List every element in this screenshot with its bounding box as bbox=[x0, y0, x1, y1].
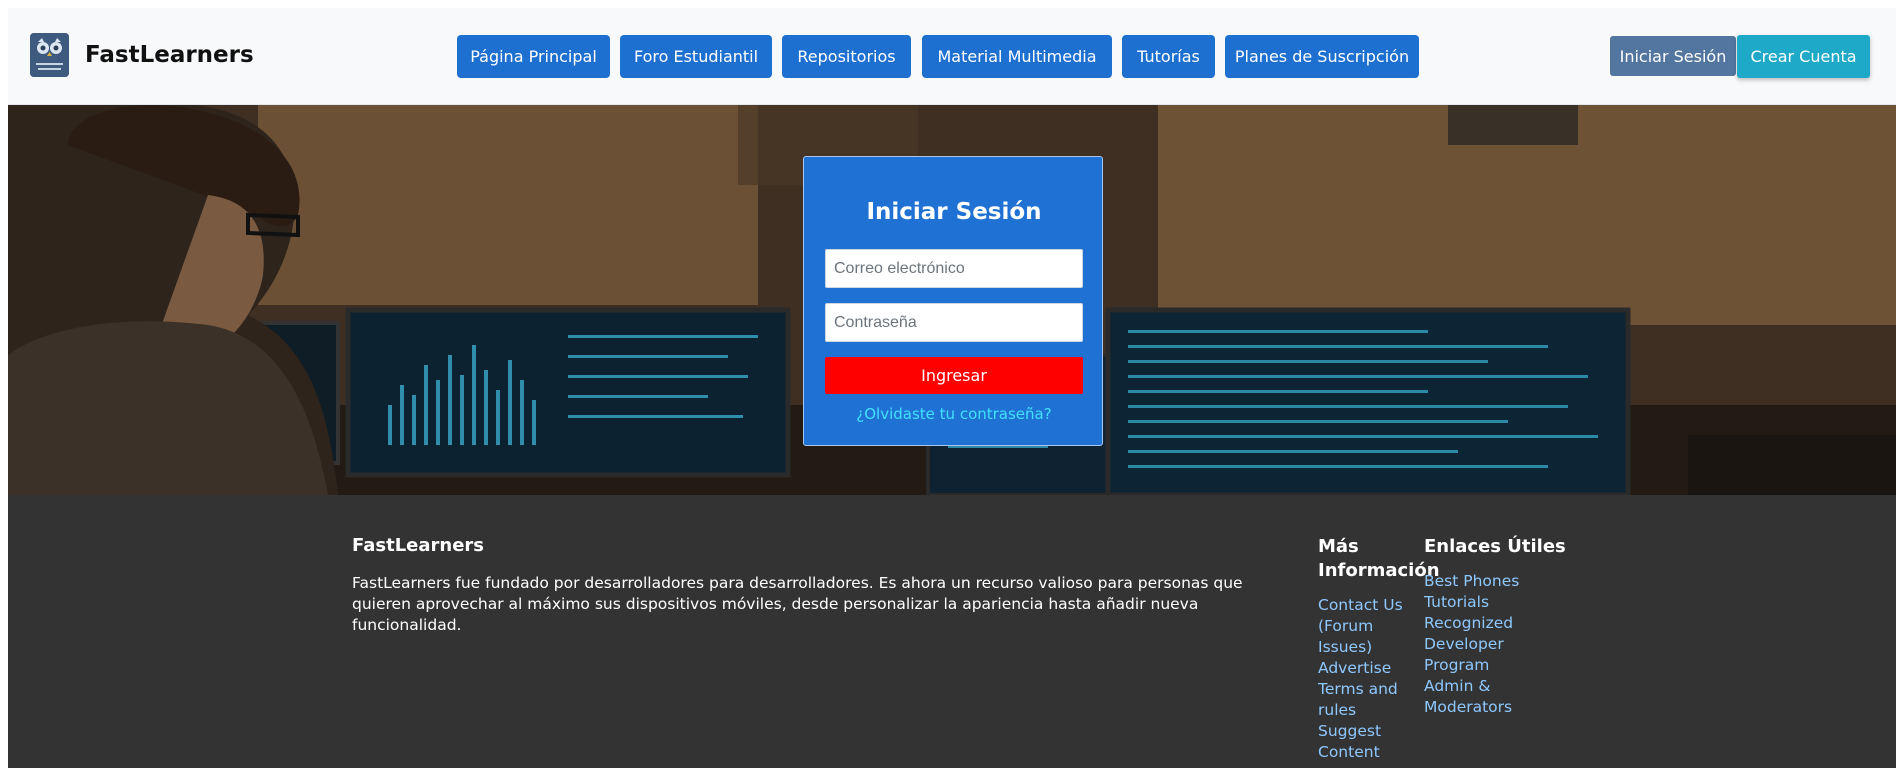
footer-more-info-title: Más Información bbox=[1318, 536, 1440, 581]
site-footer: FastLearners FastLearners fue fundado po… bbox=[8, 495, 1896, 768]
login-form: Iniciar Sesión Ingresar ¿Olvidaste tu co… bbox=[803, 156, 1103, 446]
brand-name[interactable]: FastLearners bbox=[85, 42, 254, 68]
forgot-password-link[interactable]: ¿Olvidaste tu contraseña? bbox=[804, 405, 1104, 423]
header-signup-button[interactable]: Crear Cuenta bbox=[1737, 35, 1870, 78]
nav-home-button[interactable]: Página Principal bbox=[457, 35, 610, 78]
nav-multimedia-button[interactable]: Material Multimedia bbox=[922, 35, 1112, 78]
page: FastLearners Página Principal Foro Estud… bbox=[8, 8, 1896, 768]
footer-link-tutorials[interactable]: Tutorials bbox=[1424, 592, 1524, 613]
login-form-title: Iniciar Sesión bbox=[866, 199, 1042, 225]
owl-logo-icon[interactable] bbox=[30, 33, 69, 77]
footer-about-text: FastLearners fue fundado por desarrollad… bbox=[352, 574, 1243, 634]
nav-repositories-button[interactable]: Repositorios bbox=[782, 35, 911, 78]
footer-link-recognized-developer[interactable]: Recognized Developer Program bbox=[1424, 613, 1524, 676]
header-login-button[interactable]: Iniciar Sesión bbox=[1610, 36, 1736, 76]
footer-link-suggest-content[interactable]: Suggest Content bbox=[1318, 721, 1426, 763]
footer-link-terms[interactable]: Terms and rules bbox=[1318, 679, 1426, 721]
footer-about-title: FastLearners bbox=[352, 535, 485, 556]
email-field[interactable] bbox=[825, 249, 1083, 288]
nav-tutoring-button[interactable]: Tutorías bbox=[1122, 35, 1215, 78]
footer-useful-links-title: Enlaces Útiles bbox=[1424, 536, 1566, 557]
site-header: FastLearners Página Principal Foro Estud… bbox=[8, 8, 1896, 105]
password-field[interactable] bbox=[825, 303, 1083, 342]
footer-link-advertise[interactable]: Advertise bbox=[1318, 658, 1426, 679]
login-submit-button[interactable]: Ingresar bbox=[825, 357, 1083, 394]
footer-link-admin-moderators[interactable]: Admin & Moderators bbox=[1424, 676, 1524, 718]
nav-student-forum-button[interactable]: Foro Estudiantil bbox=[620, 35, 772, 78]
footer-more-info-links: Contact Us (Forum Issues) Advertise Term… bbox=[1318, 595, 1426, 763]
footer-useful-links: Best Phones Tutorials Recognized Develop… bbox=[1424, 571, 1524, 718]
footer-link-contact-us[interactable]: Contact Us (Forum Issues) bbox=[1318, 595, 1426, 658]
nav-subscription-plans-button[interactable]: Planes de Suscripción bbox=[1225, 35, 1419, 78]
footer-link-best-phones[interactable]: Best Phones bbox=[1424, 571, 1524, 592]
hero-banner: Iniciar Sesión Ingresar ¿Olvidaste tu co… bbox=[8, 105, 1896, 495]
